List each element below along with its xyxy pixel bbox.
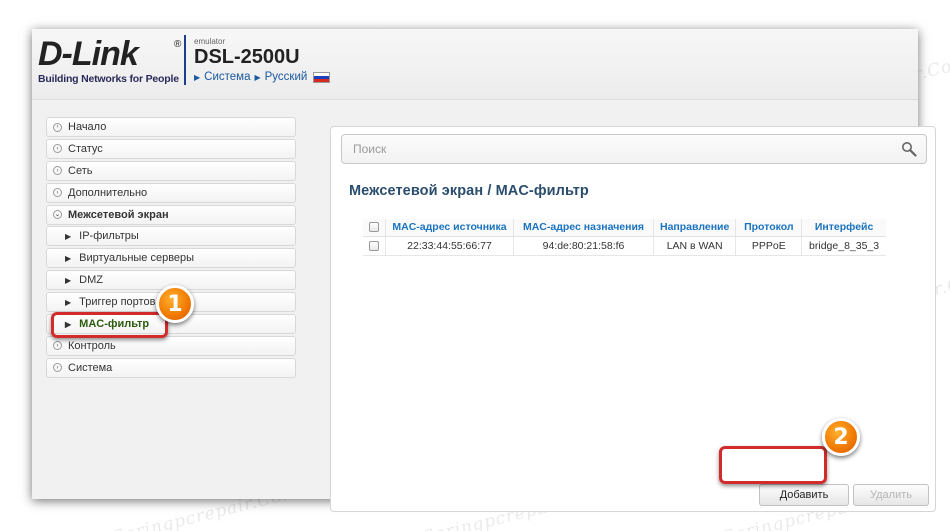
plus-circle-icon: › xyxy=(53,144,62,154)
triangle-right-icon: ▶ xyxy=(65,275,72,285)
device-model: DSL-2500U xyxy=(194,46,300,68)
column-header[interactable]: Направление xyxy=(652,219,736,237)
mac-filter-table: MAC-адрес источника MAC-адрес назначения… xyxy=(363,219,886,256)
header-links: ▶ Система ▶ Русский xyxy=(194,71,331,83)
sidebar-item-virtual-servers[interactable]: ▶ Виртуальные серверы xyxy=(46,248,296,269)
sidebar-item-status[interactable]: › Статус xyxy=(46,138,296,159)
table-cell: PPPoE xyxy=(735,236,802,256)
sidebar-item-label: Система xyxy=(68,361,113,374)
table-header-row: MAC-адрес источника MAC-адрес назначения… xyxy=(363,219,886,237)
triangle-right-icon: ▶ xyxy=(65,231,72,241)
arrow-right-icon: ▶ xyxy=(254,72,261,82)
sidebar-item-network[interactable]: › Сеть xyxy=(46,160,296,181)
system-link[interactable]: Система xyxy=(204,71,250,83)
step-badge-2: 2 xyxy=(822,418,860,456)
plus-circle-icon: › xyxy=(53,166,62,176)
sidebar-item-control[interactable]: › Контроль xyxy=(46,335,296,356)
russian-flag-icon[interactable] xyxy=(313,71,331,83)
sidebar-item-label: Сеть xyxy=(68,164,93,177)
sidebar-item-home[interactable]: › Начало xyxy=(46,117,296,137)
select-all-checkbox[interactable] xyxy=(369,222,379,233)
table-cell: 22:33:44:55:66:77 xyxy=(385,236,514,256)
highlight-mac-filter xyxy=(51,312,168,338)
breadcrumb-separator: / xyxy=(483,183,496,199)
row-checkbox[interactable] xyxy=(369,240,379,251)
sidebar-item-label: Межсетевой экран xyxy=(68,208,169,221)
expanded-circle-icon: ⌄ xyxy=(53,210,62,220)
logo-subtitle: Building Networks for People xyxy=(38,73,179,85)
column-header[interactable]: Интерфейс xyxy=(801,219,886,237)
breadcrumb-current: MAC-фильтр xyxy=(495,183,589,199)
plus-circle-icon: › xyxy=(53,363,62,373)
sidebar-item-advanced[interactable]: › Дополнительно xyxy=(46,182,296,203)
page-header: D-Link ® Building Networks for People em… xyxy=(32,29,918,99)
delete-button[interactable]: Удалить xyxy=(853,484,929,506)
column-header[interactable]: MAC-адрес источника xyxy=(385,219,514,237)
search-placeholder: Поиск xyxy=(353,142,387,156)
table-cell: LAN в WAN xyxy=(652,236,736,256)
sidebar-item-label: Дополнительно xyxy=(68,186,148,199)
sidebar-item-ip-filters[interactable]: ▶ IP-фильтры xyxy=(46,226,296,247)
triangle-right-icon: ▶ xyxy=(65,253,72,263)
row-select-cell xyxy=(363,236,386,256)
table-cell: 94:de:80:21:58:f6 xyxy=(513,236,654,256)
plus-circle-icon: › xyxy=(53,122,62,132)
column-header[interactable]: Протокол xyxy=(735,219,802,237)
logo-title: D-Link xyxy=(38,35,139,73)
sidebar-item-label: Контроль xyxy=(68,339,116,352)
highlight-add-button xyxy=(719,446,827,484)
table-cell: bridge_8_35_3 xyxy=(801,236,886,256)
sidebar-item-label: Начало xyxy=(68,121,107,133)
browser-window: D-Link ® Building Networks for People em… xyxy=(32,29,936,512)
sidebar-item-label: Триггер портов xyxy=(79,296,156,309)
search-input[interactable]: Поиск xyxy=(341,134,927,164)
search-icon[interactable] xyxy=(901,141,917,157)
header-divider xyxy=(184,35,186,85)
logo-registered-mark: ® xyxy=(174,39,182,50)
column-header[interactable]: MAC-адрес назначения xyxy=(513,219,654,237)
sidebar-nav: › Начало › Статус › Сеть › Дополнительно… xyxy=(46,117,296,380)
sidebar-item-label: Статус xyxy=(68,142,103,155)
add-button[interactable]: Добавить xyxy=(759,484,849,506)
table-row[interactable]: 22:33:44:55:66:77 94:de:80:21:58:f6 LAN … xyxy=(363,236,886,256)
step-badge-1: 1 xyxy=(156,285,194,323)
sidebar-item-label: Виртуальные серверы xyxy=(79,252,195,265)
arrow-right-icon: ▶ xyxy=(194,72,201,82)
page-title: Межсетевой экран / MAC-фильтр xyxy=(349,183,589,199)
emulator-label: emulator xyxy=(194,37,226,46)
triangle-right-icon: ▶ xyxy=(65,297,72,307)
plus-circle-icon: › xyxy=(53,188,62,198)
sidebar-item-label: DMZ xyxy=(79,274,103,287)
plus-circle-icon: › xyxy=(53,341,62,351)
breadcrumb-parent: Межсетевой экран xyxy=(349,183,484,199)
language-link[interactable]: Русский xyxy=(265,71,308,83)
sidebar-item-system[interactable]: › Система xyxy=(46,357,296,378)
select-all-cell xyxy=(363,219,386,237)
dlink-logo[interactable]: D-Link ® Building Networks for People xyxy=(38,37,188,87)
model-info: emulator DSL-2500U ▶ Система ▶ Русский xyxy=(194,37,331,83)
sidebar-item-firewall[interactable]: ⌄ Межсетевой экран xyxy=(46,204,296,225)
sidebar-item-label: IP-фильтры xyxy=(79,230,139,243)
